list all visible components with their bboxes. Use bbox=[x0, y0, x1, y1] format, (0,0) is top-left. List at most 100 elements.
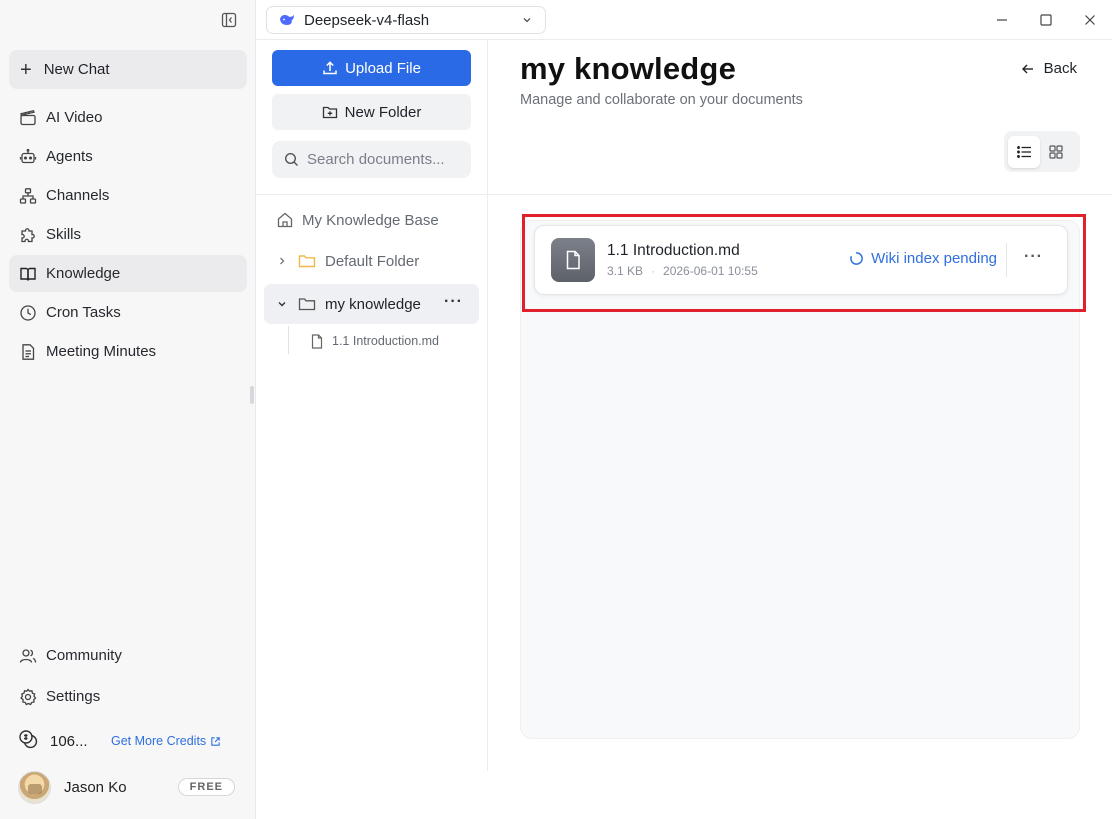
tree-file-item[interactable]: 1.1 Introduction.md bbox=[264, 324, 479, 358]
sidebar-item-label: Channels bbox=[46, 187, 110, 204]
knowledge-tree-panel: Upload File New Folder My Knowledge Base bbox=[256, 40, 488, 771]
whale-icon bbox=[279, 13, 297, 27]
sidebar-resize-handle[interactable] bbox=[250, 386, 254, 404]
sidebar-item-label: Agents bbox=[46, 148, 93, 165]
file-date: 2026-06-01 10:55 bbox=[663, 264, 758, 278]
gear-icon bbox=[18, 687, 38, 707]
sidebar-item-meeting-minutes[interactable]: Meeting Minutes bbox=[9, 333, 247, 370]
sidebar-item-label: Settings bbox=[46, 688, 101, 705]
collapse-sidebar-icon[interactable] bbox=[219, 10, 239, 30]
index-status: Wiki index pending bbox=[849, 250, 997, 267]
sidebar-item-settings[interactable]: Settings bbox=[9, 677, 247, 716]
search-input[interactable] bbox=[307, 151, 467, 168]
chevron-down-icon bbox=[521, 13, 533, 30]
tree-root-label: My Knowledge Base bbox=[302, 211, 439, 229]
external-link-icon bbox=[210, 736, 221, 747]
divider bbox=[1006, 243, 1007, 277]
file-icon bbox=[564, 250, 582, 270]
divider bbox=[488, 194, 1112, 195]
sidebar-item-label: Cron Tasks bbox=[46, 304, 121, 321]
sidebar-item-label: AI Video bbox=[46, 109, 103, 126]
folder-more-icon[interactable]: ··· bbox=[444, 293, 463, 311]
folder-plus-icon bbox=[322, 104, 345, 120]
plan-badge: FREE bbox=[177, 778, 235, 796]
close-icon[interactable] bbox=[1081, 11, 1099, 29]
clapperboard-icon bbox=[18, 108, 38, 128]
model-selector[interactable]: Deepseek-v4-flash bbox=[266, 6, 546, 34]
upload-file-label: Upload File bbox=[345, 59, 421, 77]
more-options-icon[interactable]: ··· bbox=[1024, 248, 1043, 266]
tree-folder-label: Default Folder bbox=[325, 252, 420, 270]
model-name: Deepseek-v4-flash bbox=[304, 11, 430, 29]
upload-icon bbox=[322, 60, 345, 76]
chevron-right-icon[interactable] bbox=[276, 255, 288, 267]
document-card[interactable]: 1.1 Introduction.md 3.1 KB · 2026-06-01 … bbox=[534, 225, 1068, 295]
document-list: 1.1 Introduction.md 3.1 KB · 2026-06-01 … bbox=[520, 220, 1080, 739]
user-profile[interactable]: Jason Ko FREE bbox=[18, 770, 248, 804]
divider bbox=[256, 194, 487, 195]
page-title: my knowledge bbox=[520, 51, 737, 86]
user-name: Jason Ko bbox=[64, 778, 127, 796]
sidebar-item-channels[interactable]: Channels bbox=[9, 177, 247, 214]
grid-view-button[interactable] bbox=[1040, 136, 1072, 168]
chevron-down-icon[interactable] bbox=[276, 298, 288, 310]
upload-file-button[interactable]: Upload File bbox=[272, 50, 471, 86]
sidebar-item-agents[interactable]: Agents bbox=[9, 138, 247, 175]
tree-folder-label: my knowledge bbox=[325, 295, 421, 313]
minimize-icon[interactable] bbox=[993, 11, 1011, 29]
sidebar-item-knowledge[interactable]: Knowledge bbox=[9, 255, 247, 292]
sidebar-item-cron-tasks[interactable]: Cron Tasks bbox=[9, 294, 247, 331]
credits-balance: 106... bbox=[50, 732, 88, 750]
users-icon bbox=[18, 646, 38, 666]
index-status-label: Wiki index pending bbox=[871, 250, 997, 267]
get-more-credits-link[interactable]: Get More Credits bbox=[111, 734, 221, 748]
back-label: Back bbox=[1043, 60, 1077, 77]
sidebar-item-community[interactable]: Community bbox=[9, 636, 247, 675]
network-icon bbox=[18, 186, 38, 206]
file-info: 1.1 Introduction.md 3.1 KB · 2026-06-01 … bbox=[607, 242, 758, 278]
sidebar-item-ai-video[interactable]: AI Video bbox=[9, 99, 247, 136]
sidebar: + New Chat AI Video Agents Channels Skil… bbox=[0, 0, 256, 819]
maximize-icon[interactable] bbox=[1037, 11, 1055, 29]
title-bar: Deepseek-v4-flash bbox=[256, 0, 1112, 40]
page-subtitle: Manage and collaborate on your documents bbox=[520, 92, 803, 108]
robot-icon bbox=[18, 147, 38, 167]
folder-icon bbox=[298, 253, 316, 269]
tree-root-my-knowledge-base[interactable]: My Knowledge Base bbox=[264, 201, 479, 239]
search-icon bbox=[284, 152, 299, 167]
tree-folder-my-knowledge[interactable]: my knowledge ··· bbox=[264, 284, 479, 324]
avatar bbox=[18, 770, 51, 804]
file-size: 3.1 KB bbox=[607, 264, 644, 278]
file-thumbnail bbox=[551, 238, 595, 282]
loading-spinner-icon bbox=[849, 251, 871, 266]
list-view-button[interactable] bbox=[1008, 135, 1040, 168]
tree-file-label: 1.1 Introduction.md bbox=[332, 334, 440, 348]
sidebar-item-skills[interactable]: Skills bbox=[9, 216, 247, 253]
sidebar-item-label: Knowledge bbox=[46, 265, 121, 282]
book-icon bbox=[18, 264, 38, 284]
plus-icon: + bbox=[20, 58, 32, 81]
search-documents bbox=[272, 141, 471, 178]
home-icon bbox=[276, 211, 302, 229]
tree-folder-default-folder[interactable]: Default Folder bbox=[264, 241, 479, 281]
new-chat-button[interactable]: + New Chat bbox=[9, 50, 247, 89]
new-folder-button[interactable]: New Folder bbox=[272, 94, 471, 130]
meta-separator: · bbox=[651, 264, 656, 278]
sidebar-item-label: Community bbox=[46, 647, 122, 664]
sidebar-item-label: Skills bbox=[46, 226, 82, 243]
view-toggle bbox=[1004, 131, 1080, 172]
grid-icon bbox=[1049, 144, 1063, 159]
sidebar-item-label: Meeting Minutes bbox=[46, 343, 157, 360]
folder-tree: My Knowledge Base Default Folder my know… bbox=[264, 201, 479, 358]
get-more-credits-label: Get More Credits bbox=[111, 734, 207, 748]
back-button[interactable]: Back bbox=[1021, 60, 1077, 77]
file-name: 1.1 Introduction.md bbox=[607, 242, 740, 259]
coins-icon bbox=[18, 729, 38, 753]
new-chat-label: New Chat bbox=[43, 61, 110, 78]
sidebar-bottom-nav: Community Settings bbox=[9, 636, 247, 718]
clock-icon bbox=[18, 303, 38, 323]
folder-icon bbox=[298, 296, 316, 312]
file-icon bbox=[310, 333, 332, 349]
list-icon bbox=[1016, 145, 1032, 159]
file-meta: 3.1 KB · 2026-06-01 10:55 bbox=[607, 264, 758, 278]
